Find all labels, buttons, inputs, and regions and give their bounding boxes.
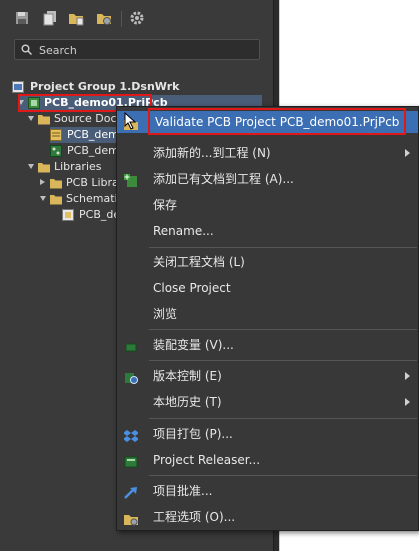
menu-item-version-control[interactable]: 版本控制 (E) (117, 365, 418, 387)
menu-item-save[interactable]: 保存 (117, 194, 418, 216)
version-control-icon (124, 370, 138, 384)
submenu-arrow-icon (405, 398, 410, 406)
menu-label: 装配变量 (V)... (153, 338, 234, 352)
menu-label: 版本控制 (E) (153, 369, 222, 383)
menu-label: Close Project (153, 281, 231, 295)
menu-item-add-new[interactable]: 添加新的...到工程 (N) (117, 142, 418, 164)
menu-separator (149, 418, 417, 419)
callout-box-validate (148, 108, 406, 135)
menu-label: 浏览 (153, 307, 178, 321)
variants-icon (124, 339, 138, 353)
menu-label: 添加已有文档到工程 (A)... (153, 172, 294, 186)
menu-item-releaser[interactable]: Project Releaser... (117, 449, 418, 471)
menu-item-add-existing[interactable]: 添加已有文档到工程 (A)... (117, 168, 418, 190)
menu-item-variants[interactable]: 装配变量 (V)... (117, 334, 418, 356)
menu-label: 关闭工程文档 (L) (153, 255, 245, 269)
menu-item-local-history[interactable]: 本地历史 (T) (117, 391, 418, 413)
mouse-pointer-icon (124, 111, 140, 130)
submenu-arrow-icon (405, 372, 410, 380)
project-options-icon (124, 511, 138, 526)
menu-separator (149, 247, 417, 248)
menu-label: 本地历史 (T) (153, 395, 222, 409)
menu-separator (149, 329, 417, 330)
menu-item-browse[interactable]: 浏览 (117, 303, 418, 325)
context-menu: Validate PCB Project PCB_demo01.PrjPcb 添… (116, 106, 419, 531)
menu-item-options[interactable]: 工程选项 (O)... (117, 506, 418, 528)
menu-separator (149, 360, 417, 361)
menu-label: 添加新的...到工程 (N) (153, 146, 271, 160)
menu-label: 项目打包 (P)... (153, 427, 233, 441)
submenu-arrow-icon (405, 149, 410, 157)
menu-item-approval[interactable]: 项目批准... (117, 480, 418, 502)
menu-item-rename[interactable]: Rename... (117, 220, 418, 242)
menu-label: 工程选项 (O)... (153, 510, 236, 524)
menu-item-close-project[interactable]: Close Project (117, 277, 418, 299)
menu-item-close-docs[interactable]: 关闭工程文档 (L) (117, 251, 418, 273)
approval-arrow-icon (124, 485, 138, 499)
add-document-icon (124, 173, 138, 187)
menu-label: 保存 (153, 198, 178, 212)
menu-item-packager[interactable]: 项目打包 (P)... (117, 423, 418, 445)
dropbox-icon (123, 428, 139, 442)
releaser-icon (124, 454, 138, 468)
menu-separator (149, 475, 417, 476)
menu-label: 项目批准... (153, 484, 213, 498)
menu-label: Rename... (153, 224, 214, 238)
menu-label: Project Releaser... (153, 453, 261, 467)
